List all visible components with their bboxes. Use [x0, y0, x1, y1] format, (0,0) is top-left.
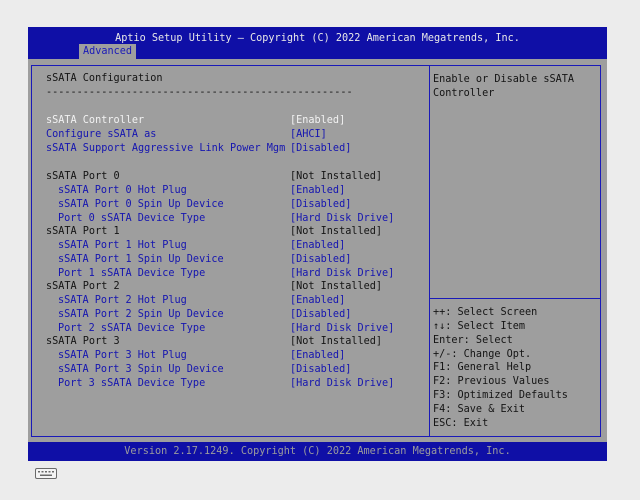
port-1-spin-up-label[interactable]: sSATA Port 1 Spin Up Device: [58, 254, 224, 266]
port-2-hot-plug-value[interactable]: [Enabled]: [290, 295, 345, 307]
port-0-hot-plug-label[interactable]: sSATA Port 0 Hot Plug: [58, 185, 187, 197]
app-title: Aptio Setup Utility – Copyright (C) 2022…: [115, 33, 520, 44]
setting-ssata-controller-value[interactable]: [Enabled]: [290, 115, 345, 127]
panel-divider: [429, 65, 430, 437]
bios-screen: Aptio Setup Utility – Copyright (C) 2022…: [28, 27, 607, 461]
help-divider: [429, 298, 601, 299]
setting-aggressive-link-power-label[interactable]: sSATA Support Aggressive Link Power Mgm: [46, 143, 285, 155]
port-1-hot-plug-label[interactable]: sSATA Port 1 Hot Plug: [58, 240, 187, 252]
port-3-device-type-label[interactable]: Port 3 sSATA Device Type: [58, 378, 205, 390]
port-3-spin-up-label[interactable]: sSATA Port 3 Spin Up Device: [58, 364, 224, 376]
keyboard-icon[interactable]: [35, 468, 57, 479]
version-text: Version 2.17.1249. Copyright (C) 2022 Am…: [124, 446, 511, 457]
port-1-device-type-label[interactable]: Port 1 sSATA Device Type: [58, 268, 205, 280]
port-2-label: sSATA Port 2: [46, 281, 120, 292]
port-1-spin-up-value[interactable]: [Disabled]: [290, 254, 351, 266]
status-bar: Version 2.17.1249. Copyright (C) 2022 Am…: [28, 442, 607, 461]
port-1-status: [Not Installed]: [290, 226, 383, 237]
title-bar: Aptio Setup Utility – Copyright (C) 2022…: [28, 27, 607, 59]
port-3-hot-plug-value[interactable]: [Enabled]: [290, 350, 345, 362]
port-0-device-type-value[interactable]: [Hard Disk Drive]: [290, 213, 394, 225]
key-hint-change-opt: +/-: Change Opt.: [433, 349, 532, 360]
key-hint-select-item: ↑↓: Select Item: [433, 321, 526, 332]
port-2-device-type-label[interactable]: Port 2 sSATA Device Type: [58, 323, 205, 335]
port-0-status: [Not Installed]: [290, 171, 383, 182]
help-text-line: Controller: [433, 88, 495, 99]
port-2-device-type-value[interactable]: [Hard Disk Drive]: [290, 323, 394, 335]
port-0-hot-plug-value[interactable]: [Enabled]: [290, 185, 345, 197]
port-3-spin-up-value[interactable]: [Disabled]: [290, 364, 351, 376]
port-1-hot-plug-value[interactable]: [Enabled]: [290, 240, 345, 252]
port-0-spin-up-label[interactable]: sSATA Port 0 Spin Up Device: [58, 199, 224, 211]
port-1-device-type-value[interactable]: [Hard Disk Drive]: [290, 268, 394, 280]
key-hint-optimized-defaults: F3: Optimized Defaults: [433, 390, 568, 401]
port-2-spin-up-label[interactable]: sSATA Port 2 Spin Up Device: [58, 309, 224, 321]
port-2-spin-up-value[interactable]: [Disabled]: [290, 309, 351, 321]
port-3-label: sSATA Port 3: [46, 336, 120, 347]
key-hint-general-help: F1: General Help: [433, 362, 532, 373]
port-0-label: sSATA Port 0: [46, 171, 120, 182]
setting-ssata-controller-label[interactable]: sSATA Controller: [46, 115, 144, 127]
key-hint-enter: Enter: Select: [433, 335, 513, 346]
port-3-hot-plug-label[interactable]: sSATA Port 3 Hot Plug: [58, 350, 187, 362]
setting-configure-ssata-as-label[interactable]: Configure sSATA as: [46, 129, 156, 141]
section-title: sSATA Configuration: [46, 73, 163, 84]
port-3-status: [Not Installed]: [290, 336, 383, 347]
tab-advanced[interactable]: Advanced: [79, 44, 136, 59]
setting-configure-ssata-as-value[interactable]: [AHCI]: [290, 129, 327, 141]
setting-aggressive-link-power-value[interactable]: [Disabled]: [290, 143, 351, 155]
key-hint-save-exit: F4: Save & Exit: [433, 404, 526, 415]
section-rule: ----------------------------------------…: [46, 87, 353, 98]
port-2-hot-plug-label[interactable]: sSATA Port 2 Hot Plug: [58, 295, 187, 307]
port-0-spin-up-value[interactable]: [Disabled]: [290, 199, 351, 211]
port-3-device-type-value[interactable]: [Hard Disk Drive]: [290, 378, 394, 390]
port-2-status: [Not Installed]: [290, 281, 383, 292]
key-hint-select-screen: ++: Select Screen: [433, 307, 538, 318]
port-0-device-type-label[interactable]: Port 0 sSATA Device Type: [58, 213, 205, 225]
port-1-label: sSATA Port 1: [46, 226, 120, 237]
key-hint-exit: ESC: Exit: [433, 418, 489, 429]
help-text-line: Enable or Disable sSATA: [433, 74, 575, 85]
key-hint-previous-values: F2: Previous Values: [433, 376, 550, 387]
